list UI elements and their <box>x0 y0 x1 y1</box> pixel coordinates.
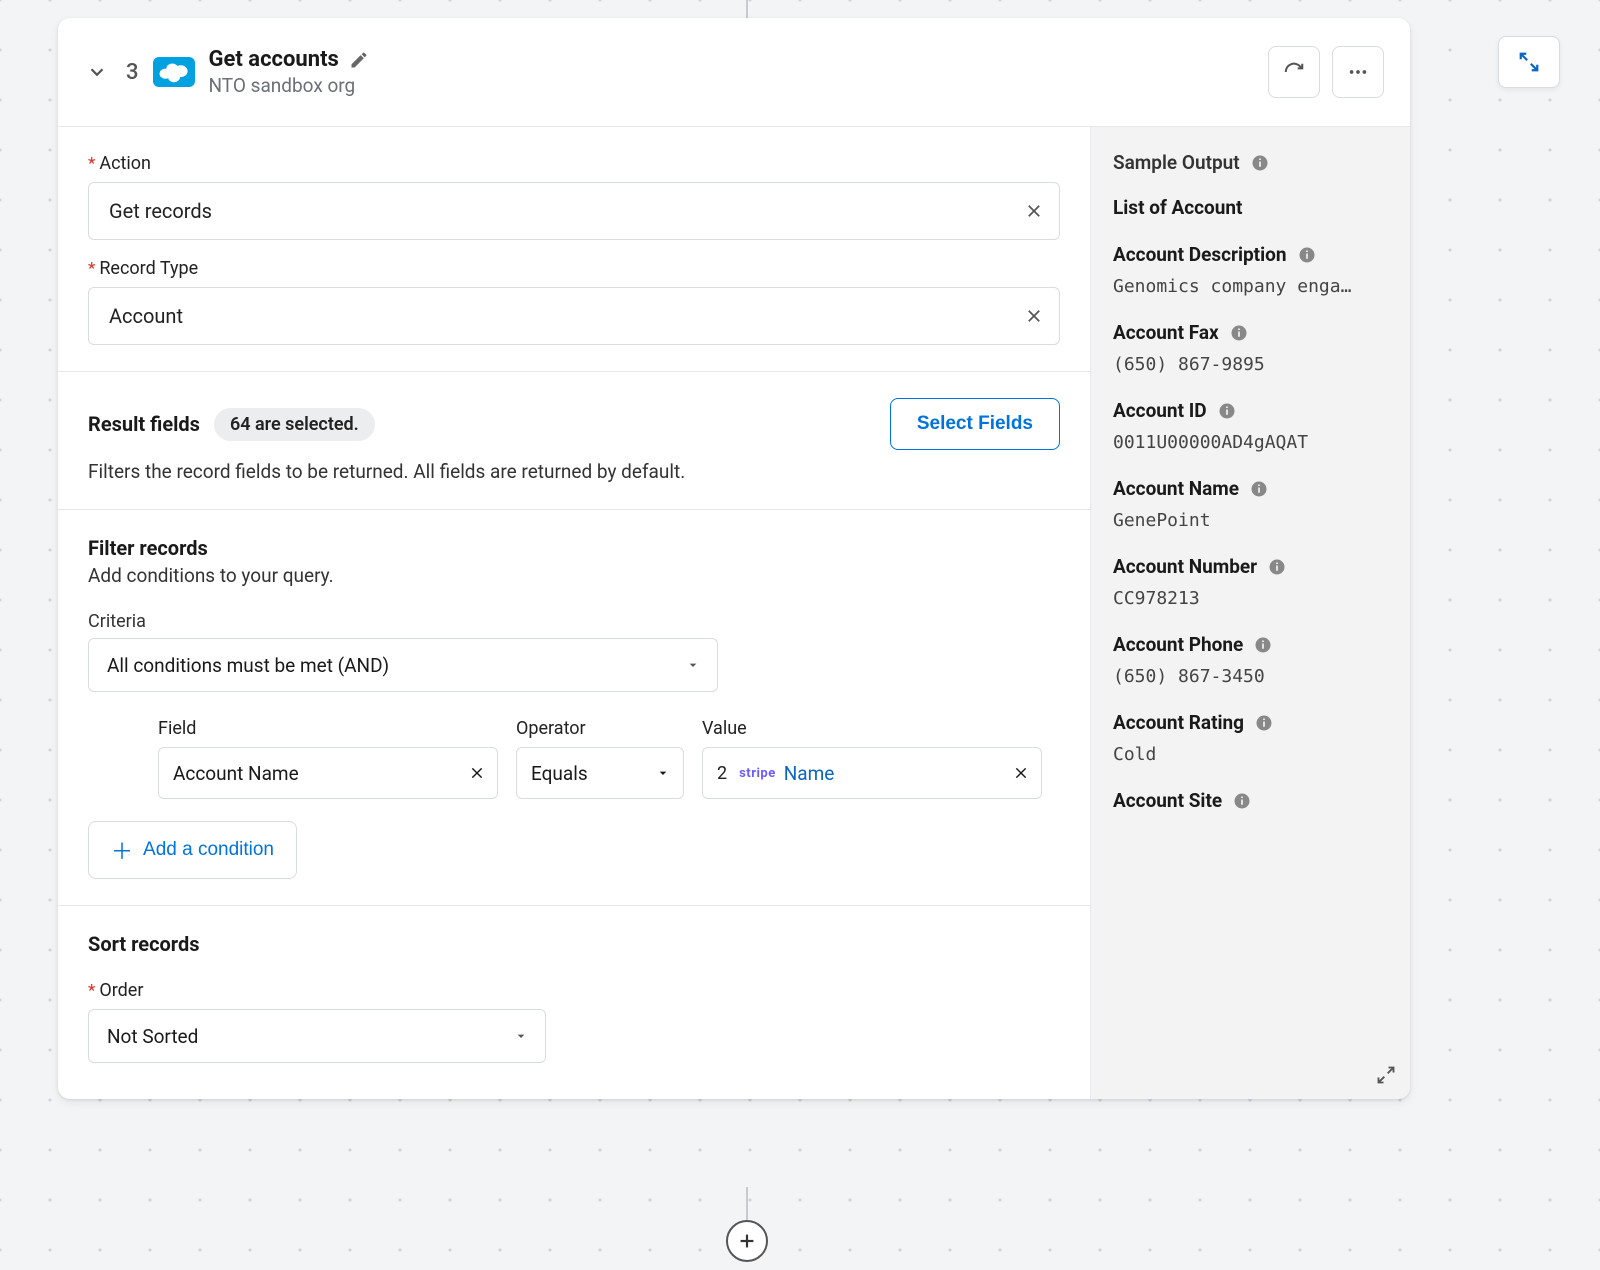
filter-title: Filter records <box>88 536 1060 560</box>
result-fields-title: Result fields <box>88 412 200 436</box>
sample-field-label: Account Description <box>1113 243 1287 266</box>
result-fields-count-pill: 64 are selected. <box>214 408 375 441</box>
criteria-dropdown[interactable]: All conditions must be met (AND) <box>88 638 718 692</box>
sample-list-title: List of Account <box>1113 196 1388 219</box>
action-value: Get records <box>109 199 212 223</box>
sample-field-label: Account Rating <box>1113 711 1244 734</box>
filter-subtitle: Add conditions to your query. <box>88 564 1060 587</box>
sample-field-row: Account Name <box>1113 477 1388 500</box>
sample-field-label: Account Phone <box>1113 633 1243 656</box>
sort-section: Sort records Order Not Sorted <box>58 906 1090 1099</box>
sample-field-value: CC978213 <box>1113 588 1388 609</box>
order-label: Order <box>88 980 1060 1001</box>
chevron-down-icon[interactable] <box>86 61 108 83</box>
clear-icon[interactable] <box>1025 307 1043 325</box>
clear-icon[interactable] <box>1013 765 1029 781</box>
info-icon[interactable] <box>1250 153 1270 173</box>
caret-down-icon <box>655 765 671 781</box>
collapse-panel-button[interactable] <box>1498 36 1560 88</box>
plus-icon: ＋ <box>111 834 133 866</box>
sample-field-label: Account Number <box>1113 555 1257 578</box>
sample-field-value: (650) 867-3450 <box>1113 666 1388 687</box>
info-icon[interactable] <box>1297 245 1317 265</box>
action-section: Action Get records Record Type Account <box>58 127 1090 372</box>
caret-down-icon <box>685 657 701 673</box>
filter-section: Filter records Add conditions to your qu… <box>58 510 1090 906</box>
pencil-icon[interactable] <box>349 50 369 70</box>
value-step-number: 2 <box>717 763 727 784</box>
sort-title: Sort records <box>88 932 1060 956</box>
info-icon[interactable] <box>1217 401 1237 421</box>
result-fields-section: Result fields 64 are selected. Select Fi… <box>58 372 1090 510</box>
sample-output-title: Sample Output <box>1113 151 1240 174</box>
value-field-name: Name <box>784 762 835 785</box>
sample-field-row: Account Description <box>1113 243 1388 266</box>
sample-field-label: Account ID <box>1113 399 1207 422</box>
column-field-label: Field <box>158 718 498 739</box>
sample-field-row: Account Phone <box>1113 633 1388 656</box>
column-value-label: Value <box>702 718 1042 739</box>
step-subtitle: NTO sandbox org <box>209 74 369 97</box>
record-type-select[interactable]: Account <box>88 287 1060 345</box>
record-type-label: Record Type <box>88 258 1060 279</box>
card-header: 3 Get accounts NTO sandbox org <box>58 18 1410 127</box>
add-step-button[interactable] <box>726 1220 768 1262</box>
action-label: Action <box>88 153 1060 174</box>
sample-field-row: Account Site <box>1113 789 1388 812</box>
step-number: 3 <box>126 60 139 85</box>
criteria-value: All conditions must be met (AND) <box>107 654 389 677</box>
sample-field-value: Cold <box>1113 744 1388 765</box>
sample-field-value: 0011U00000AD4gAQAT <box>1113 432 1388 453</box>
sample-field-value: Genomics company enga… <box>1113 276 1388 297</box>
result-fields-description: Filters the record fields to be returned… <box>88 460 1060 483</box>
step-title: Get accounts <box>209 47 339 72</box>
expand-icon[interactable] <box>1376 1065 1396 1085</box>
info-icon[interactable] <box>1253 635 1273 655</box>
order-value: Not Sorted <box>107 1025 198 1048</box>
column-operator-label: Operator <box>516 718 684 739</box>
step-card: 3 Get accounts NTO sandbox org <box>58 18 1410 1099</box>
salesforce-logo-icon <box>153 57 195 87</box>
info-icon[interactable] <box>1267 557 1287 577</box>
sample-output-panel: Sample Output List of Account Account De… <box>1090 127 1410 1099</box>
info-icon[interactable] <box>1254 713 1274 733</box>
value-source-badge: stripe <box>739 766 776 781</box>
clear-icon[interactable] <box>469 765 485 781</box>
order-dropdown[interactable]: Not Sorted <box>88 1009 546 1063</box>
sample-field-value: GenePoint <box>1113 510 1388 531</box>
info-icon[interactable] <box>1249 479 1269 499</box>
sample-field-row: Account Fax <box>1113 321 1388 344</box>
sample-field-label: Account Name <box>1113 477 1239 500</box>
sample-field-label: Account Fax <box>1113 321 1219 344</box>
condition-value-input[interactable]: 2 stripe Name <box>702 747 1042 799</box>
condition-row: Field Account Name Operator Eq <box>158 718 1060 799</box>
sample-field-label: Account Site <box>1113 789 1222 812</box>
select-fields-button[interactable]: Select Fields <box>890 398 1060 450</box>
add-condition-label: Add a condition <box>143 839 274 861</box>
info-icon[interactable] <box>1232 791 1252 811</box>
condition-operator-dropdown[interactable]: Equals <box>516 747 684 799</box>
record-type-value: Account <box>109 304 183 328</box>
sample-field-value: (650) 867-9895 <box>1113 354 1388 375</box>
info-icon[interactable] <box>1229 323 1249 343</box>
more-actions-button[interactable] <box>1332 46 1384 98</box>
sample-field-row: Account Rating <box>1113 711 1388 734</box>
criteria-label: Criteria <box>88 611 1060 632</box>
action-select[interactable]: Get records <box>88 182 1060 240</box>
refresh-button[interactable] <box>1268 46 1320 98</box>
condition-operator-value: Equals <box>531 762 588 785</box>
sample-field-row: Account Number <box>1113 555 1388 578</box>
clear-icon[interactable] <box>1025 202 1043 220</box>
sample-field-row: Account ID <box>1113 399 1388 422</box>
caret-down-icon <box>513 1028 529 1044</box>
add-condition-button[interactable]: ＋ Add a condition <box>88 821 297 879</box>
condition-field-input[interactable]: Account Name <box>158 747 498 799</box>
condition-field-value: Account Name <box>173 762 299 785</box>
